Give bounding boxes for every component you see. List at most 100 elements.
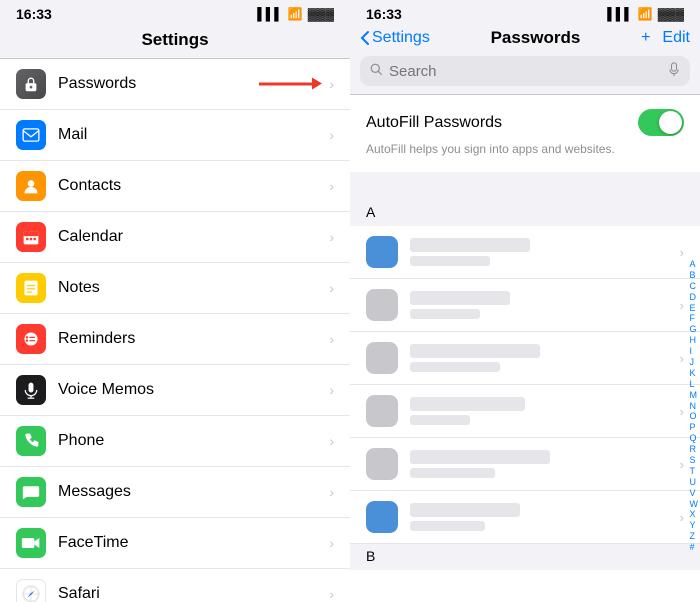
voicememos-icon [16,375,46,405]
alpha-e[interactable]: E [690,304,699,314]
alpha-m[interactable]: M [690,391,699,401]
mail-chevron: › [329,127,334,143]
alpha-a[interactable]: A [690,260,699,270]
passwords-nav-title: Passwords [430,28,641,48]
settings-item-reminders[interactable]: Reminders › [0,314,350,365]
settings-panel: 16:33 ▌▌▌ 📶 ▓▓▓ Settings Passwords [0,0,350,602]
toggle-thumb [659,111,682,134]
edit-button[interactable]: Edit [662,29,690,47]
signal-icon: ▌▌▌ [257,7,283,21]
settings-title: Settings [0,26,350,58]
right-status-icons: ▌▌▌ 📶 ▓▓▓ [607,7,684,21]
alpha-b[interactable]: B [690,271,699,281]
alpha-z[interactable]: Z [690,532,699,542]
settings-item-facetime[interactable]: FaceTime › [0,518,350,569]
pw-user-3 [410,362,500,372]
alpha-h[interactable]: H [690,336,699,346]
pw-site-6 [410,503,520,517]
password-item-1[interactable]: › [350,226,700,279]
phone-label: Phone [58,432,329,450]
alpha-hash[interactable]: # [690,543,699,553]
pw-chevron-6: › [680,510,684,525]
pw-icon-6 [366,501,398,533]
mail-label: Mail [58,126,329,144]
alpha-s[interactable]: S [690,456,699,466]
alpha-l[interactable]: L [690,380,699,390]
alphabet-index[interactable]: A B C D E F G H I J K L M N O P Q R S T … [690,260,699,553]
phone-chevron: › [329,433,334,449]
settings-item-voicememos[interactable]: Voice Memos › [0,365,350,416]
back-button[interactable]: Settings [360,29,430,47]
settings-item-calendar[interactable]: Calendar › [0,212,350,263]
voicememos-chevron: › [329,382,334,398]
pw-user-1 [410,256,490,266]
alpha-r[interactable]: R [690,445,699,455]
messages-chevron: › [329,484,334,500]
left-status-icons: ▌▌▌ 📶 ▓▓▓ [257,7,334,21]
contacts-label: Contacts [58,177,329,195]
settings-item-passwords[interactable]: Passwords › [0,59,350,110]
alpha-x[interactable]: X [690,510,699,520]
pw-details-6 [410,503,680,531]
pw-icon-1 [366,236,398,268]
pw-icon-2 [366,289,398,321]
add-password-button[interactable]: + [641,29,650,47]
right-signal-icon: ▌▌▌ [607,7,633,21]
alpha-i[interactable]: I [690,347,699,357]
alpha-t[interactable]: T [690,467,699,477]
alpha-k[interactable]: K [690,369,699,379]
settings-item-notes[interactable]: Notes › [0,263,350,314]
autofill-row: AutoFill Passwords [366,109,684,136]
right-panel-inner: 16:33 ▌▌▌ 📶 ▓▓▓ Settings Passwords + Edi… [350,0,700,602]
autofill-label: AutoFill Passwords [366,114,502,132]
safari-label: Safari [58,585,329,602]
settings-item-safari[interactable]: Safari › [0,569,350,602]
settings-item-mail[interactable]: Mail › [0,110,350,161]
wifi-icon: 📶 [288,7,303,21]
pw-icon-3 [366,342,398,374]
alpha-n[interactable]: N [690,402,699,412]
password-item-5[interactable]: › [350,438,700,491]
alpha-d[interactable]: D [690,293,699,303]
nav-actions: + Edit [641,29,690,47]
notes-icon [16,273,46,303]
alpha-q[interactable]: Q [690,434,699,444]
search-input[interactable] [389,63,662,80]
safari-chevron: › [329,586,334,602]
alpha-j[interactable]: J [690,358,699,368]
pw-details-1 [410,238,680,266]
facetime-icon [16,528,46,558]
alpha-c[interactable]: C [690,282,699,292]
section-a-label: A [366,204,375,220]
section-b-header: B [350,544,700,570]
autofill-toggle[interactable] [638,109,684,136]
alpha-p[interactable]: P [690,423,699,433]
back-label: Settings [372,29,430,47]
alpha-g[interactable]: G [690,325,699,335]
notes-label: Notes [58,279,329,297]
section-gap [350,172,700,200]
reminders-label: Reminders [58,330,329,348]
calendar-chevron: › [329,229,334,245]
pw-details-4 [410,397,680,425]
alpha-u[interactable]: U [690,478,699,488]
password-item-6[interactable]: › [350,491,700,544]
right-status-bar: 16:33 ▌▌▌ 📶 ▓▓▓ [350,0,700,26]
settings-list: Passwords › Mail › [0,59,350,602]
settings-item-messages[interactable]: Messages › [0,467,350,518]
pw-user-2 [410,309,480,319]
alpha-f[interactable]: F [690,314,699,324]
password-item-3[interactable]: › [350,332,700,385]
search-icon [370,63,383,79]
settings-item-phone[interactable]: Phone › [0,416,350,467]
password-item-2[interactable]: › [350,279,700,332]
alpha-o[interactable]: O [690,412,699,422]
pw-user-6 [410,521,485,531]
alpha-v[interactable]: V [690,489,699,499]
alpha-w[interactable]: W [690,500,699,510]
autofill-section: AutoFill Passwords AutoFill helps you si… [350,95,700,172]
password-item-4[interactable]: › [350,385,700,438]
pw-chevron-5: › [680,457,684,472]
settings-item-contacts[interactable]: Contacts › [0,161,350,212]
alpha-y[interactable]: Y [690,521,699,531]
